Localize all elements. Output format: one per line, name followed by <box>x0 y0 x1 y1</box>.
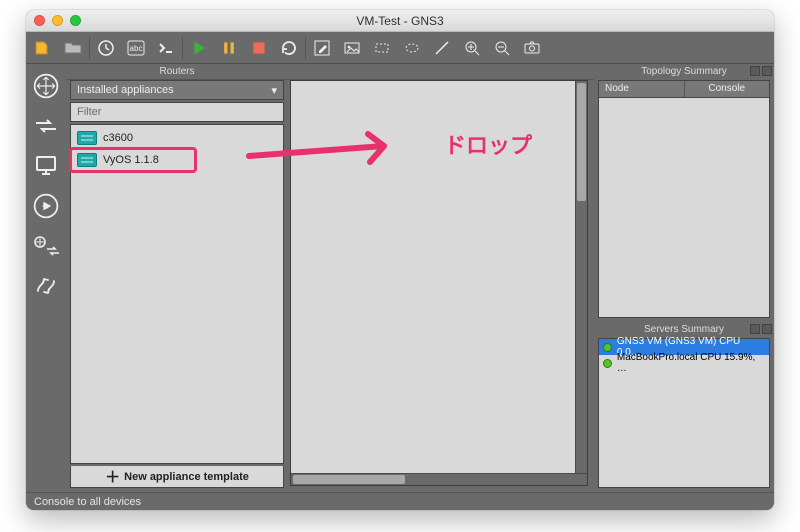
devices-panel-title: Routers <box>66 64 288 80</box>
topology-summary: Node Console <box>598 80 770 318</box>
new-appliance-template-label: New appliance template <box>124 471 249 483</box>
topology-body[interactable] <box>598 98 770 318</box>
servers-list[interactable]: GNS3 VM (GNS3 VM) CPU 0.0…MacBookPro.loc… <box>598 338 770 488</box>
new-appliance-template-button[interactable]: ＋ New appliance template <box>70 466 284 488</box>
filter-input[interactable]: Filter <box>70 102 284 122</box>
switches-category-icon[interactable] <box>30 110 62 142</box>
device-label: c3600 <box>103 132 133 144</box>
end-devices-category-icon[interactable] <box>30 150 62 182</box>
status-dot-icon <box>603 343 612 352</box>
topology-col-console[interactable]: Console <box>685 81 770 97</box>
plus-icon: ＋ <box>105 466 120 487</box>
rect-icon[interactable] <box>367 34 397 62</box>
right-sidebar: Topology Summary Node Console Servers Su… <box>594 64 774 492</box>
annotate-icon[interactable] <box>307 34 337 62</box>
server-row[interactable]: MacBookPro.local CPU 15.9%, … <box>599 355 769 371</box>
all-devices-category-icon[interactable] <box>30 230 62 262</box>
screenshot-icon[interactable] <box>517 34 547 62</box>
server-label: MacBookPro.local CPU 15.9%, … <box>617 352 765 374</box>
console-icon[interactable] <box>151 34 181 62</box>
dropdown-value: Installed appliances <box>77 84 174 96</box>
filter-placeholder: Filter <box>77 106 101 118</box>
annotation-arrow <box>244 128 414 178</box>
vertical-scrollbar[interactable] <box>575 81 587 473</box>
annotation-label: ドロップ <box>444 128 532 160</box>
stop-icon[interactable] <box>244 34 274 62</box>
reload-icon[interactable] <box>274 34 304 62</box>
close-panel-icon[interactable] <box>762 66 772 76</box>
device-label: VyOS 1.1.8 <box>103 154 159 166</box>
play-icon[interactable] <box>184 34 214 62</box>
router-icon <box>77 131 97 145</box>
add-link-icon[interactable] <box>30 270 62 302</box>
svg-text:abc: abc <box>130 44 143 53</box>
topology-col-node[interactable]: Node <box>599 81 685 97</box>
status-bar: Console to all devices <box>26 492 774 510</box>
line-icon[interactable] <box>427 34 457 62</box>
status-text: Console to all devices <box>34 496 141 508</box>
pause-icon[interactable] <box>214 34 244 62</box>
open-project-icon[interactable] <box>58 34 88 62</box>
zoom-out-icon[interactable] <box>487 34 517 62</box>
window: VM-Test - GNS3 abc <box>26 10 774 510</box>
close-panel-icon[interactable] <box>762 324 772 334</box>
undock-icon[interactable] <box>750 324 760 334</box>
ellipse-icon[interactable] <box>397 34 427 62</box>
horizontal-scrollbar[interactable] <box>291 473 587 485</box>
security-devices-category-icon[interactable] <box>30 190 62 222</box>
undock-icon[interactable] <box>750 66 760 76</box>
chevron-down-icon: ▾ <box>271 84 277 97</box>
appliance-source-dropdown[interactable]: Installed appliances ▾ <box>70 80 284 100</box>
router-icon <box>77 153 97 167</box>
status-dot-icon <box>603 359 612 368</box>
clock-icon[interactable] <box>91 34 121 62</box>
device-ribbon <box>26 64 66 492</box>
symbols-icon[interactable]: abc <box>121 34 151 62</box>
image-icon[interactable] <box>337 34 367 62</box>
servers-summary-title: Servers Summary <box>594 322 774 338</box>
topology-summary-title: Topology Summary <box>594 64 774 80</box>
new-project-icon[interactable] <box>28 34 58 62</box>
window-title: VM-Test - GNS3 <box>26 14 774 28</box>
toolbar: abc <box>26 32 774 64</box>
zoom-in-icon[interactable] <box>457 34 487 62</box>
servers-summary: GNS3 VM (GNS3 VM) CPU 0.0…MacBookPro.loc… <box>598 338 770 488</box>
routers-category-icon[interactable] <box>30 70 62 102</box>
titlebar: VM-Test - GNS3 <box>26 10 774 32</box>
